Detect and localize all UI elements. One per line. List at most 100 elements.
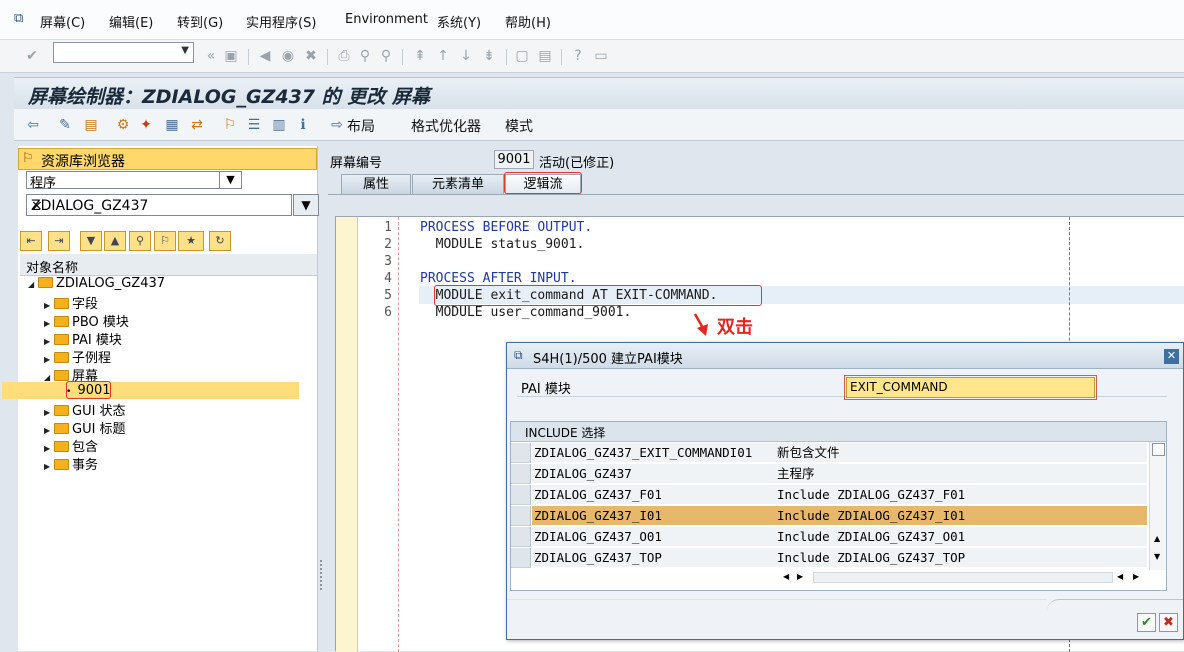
collapsed-triangle-icon[interactable]: ▶ <box>44 462 54 471</box>
exit-icon[interactable]: ◉ <box>280 48 296 64</box>
check-icon[interactable]: ⚙ <box>114 116 132 134</box>
next-object-icon[interactable]: ⇥ <box>48 231 70 251</box>
layout-menu-icon[interactable]: ▭ <box>593 48 609 64</box>
hierarchy-icon[interactable]: ⚐ <box>221 116 239 134</box>
layout-button[interactable]: 布局 <box>347 116 375 136</box>
save-icon[interactable]: ▣ <box>223 48 239 64</box>
row-selector[interactable] <box>511 464 531 484</box>
tab-attributes[interactable]: 属性 <box>341 174 411 194</box>
layout-arrow-icon[interactable]: ⇨ <box>328 116 346 134</box>
menu-utilities[interactable]: 实用程序(S) <box>246 12 316 31</box>
hierarchy-up-icon[interactable]: ⚐ <box>154 231 176 251</box>
back-arrows-icon[interactable]: « <box>203 48 219 64</box>
find-icon[interactable]: ⚲ <box>357 48 373 64</box>
code-line[interactable]: PROCESS BEFORE OUTPUT. <box>420 220 592 235</box>
favorites-icon[interactable]: ★ <box>178 231 204 251</box>
scroll-left-icon[interactable]: ◀ <box>1117 572 1123 581</box>
chevron-down-icon[interactable]: ▼ <box>181 45 189 56</box>
code-line[interactable]: MODULE user_command_9001. <box>420 305 632 320</box>
last-page-icon[interactable]: ⇟ <box>481 48 497 64</box>
scroll-left-icon[interactable]: ◀ <box>783 572 789 581</box>
collapse-icon[interactable]: ▲ <box>104 231 126 251</box>
vertical-scrollbar[interactable]: ▲ ▼ <box>1149 442 1166 570</box>
collapsed-triangle-icon[interactable]: ▶ <box>44 444 54 453</box>
expand-icon[interactable]: ▼ <box>80 231 102 251</box>
row-selector[interactable] <box>511 548 531 568</box>
menu-environment[interactable]: Environment <box>345 12 428 27</box>
command-field[interactable]: ▼ <box>53 42 194 63</box>
collapsed-triangle-icon[interactable]: ▶ <box>44 337 54 346</box>
collapsed-triangle-icon[interactable]: ▶ <box>44 301 54 310</box>
new-session-icon[interactable]: ▢ <box>514 48 530 64</box>
collapsed-triangle-icon[interactable]: ▶ <box>44 426 54 435</box>
tree-item-pbo[interactable]: ▶ PBO 模块 <box>44 311 129 330</box>
shortcut-icon[interactable]: ▤ <box>537 48 553 64</box>
collapsed-triangle-icon[interactable]: ▶ <box>44 319 54 328</box>
table-row[interactable]: ZDIALOG_GZ437_O01 Include ZDIALOG_GZ437_… <box>511 527 1147 548</box>
where-used-icon[interactable]: ⇄ <box>188 116 206 134</box>
check-icon[interactable]: ✔ <box>1137 613 1156 632</box>
expanded-triangle-icon[interactable]: ◢ <box>44 373 54 382</box>
screen-number-field[interactable]: 9001 <box>494 150 534 169</box>
row-selector[interactable] <box>511 443 531 463</box>
repository-header[interactable]: ⚐ 资源库浏览器 <box>18 148 317 170</box>
row-selector[interactable] <box>511 527 531 547</box>
scroll-settings-icon[interactable] <box>1152 443 1165 456</box>
collapsed-triangle-icon[interactable]: ▶ <box>44 408 54 417</box>
object-name-input[interactable]: ZDIALOG_GZ437 × <box>26 194 292 216</box>
next-page-icon[interactable]: ↓ <box>458 48 474 64</box>
horizontal-scrollbar[interactable]: ◀ ▶ ◀ ▶ <box>777 570 1147 586</box>
scroll-down-icon[interactable]: ▼ <box>1154 552 1160 561</box>
scroll-right-icon[interactable]: ▶ <box>1133 572 1139 581</box>
prev-object-icon[interactable]: ⇤ <box>20 231 42 251</box>
tree-item-gui-title[interactable]: ▶ GUI 标题 <box>44 418 126 437</box>
splitter-handle[interactable] <box>320 560 323 590</box>
tree-item-gui-status[interactable]: ▶ GUI 状态 <box>44 400 126 419</box>
clear-icon[interactable]: × <box>31 198 285 214</box>
tree-item-includes[interactable]: ▶ 包含 <box>44 436 98 455</box>
menu-edit[interactable]: 编辑(E) <box>109 12 153 31</box>
collapsed-triangle-icon[interactable]: ▶ <box>44 355 54 364</box>
active-inactive-icon[interactable]: ▤ <box>82 116 100 134</box>
tree-item-transactions[interactable]: ▶ 事务 <box>44 454 98 473</box>
table-row[interactable]: ZDIALOG_GZ437_EXIT_COMMANDI01 新包含文件 <box>511 443 1147 464</box>
menu-system[interactable]: 系统(Y) <box>437 12 481 31</box>
enter-icon[interactable]: ✔ <box>24 48 40 64</box>
tree-item-subroutines[interactable]: ▶ 子例程 <box>44 347 111 366</box>
code-line[interactable]: MODULE status_9001. <box>420 237 585 252</box>
first-page-icon[interactable]: ⇞ <box>412 48 428 64</box>
display-change-icon[interactable]: ✎ <box>56 116 74 134</box>
activate-icon[interactable]: ✦ <box>137 116 155 134</box>
mode-button[interactable]: 模式 <box>505 116 533 136</box>
table-row[interactable]: ZDIALOG_GZ437_F01 Include ZDIALOG_GZ437_… <box>511 485 1147 506</box>
cancel-icon[interactable]: ✖ <box>303 48 319 64</box>
find-icon[interactable]: ⚲ <box>129 231 151 251</box>
tree-item-selected[interactable] <box>2 382 299 399</box>
cancel-icon[interactable]: ✖ <box>1159 613 1178 632</box>
row-selector[interactable] <box>511 485 531 505</box>
scroll-track[interactable] <box>813 572 1113 583</box>
back-arrow-icon[interactable]: ⇦ <box>24 116 42 134</box>
format-button[interactable]: 格式优化器 <box>411 116 481 136</box>
pretty-icon[interactable]: ☰ <box>245 116 263 134</box>
tree-item-fields[interactable]: ▶ 字段 <box>44 293 98 312</box>
close-icon[interactable]: ✕ <box>1164 349 1179 364</box>
find-next-icon[interactable]: ⚲ <box>378 48 394 64</box>
tab-element-list[interactable]: 元素清单 <box>412 174 504 194</box>
menu-goto[interactable]: 转到(G) <box>177 12 223 31</box>
object-type-select[interactable]: 程序 ▼ <box>26 171 242 191</box>
menu-screen[interactable]: 屏幕(C) <box>40 12 85 31</box>
table-row[interactable]: ZDIALOG_GZ437_TOP Include ZDIALOG_GZ437_… <box>511 548 1147 569</box>
tree-item-pai[interactable]: ▶ PAI 模块 <box>44 329 122 348</box>
row-selector[interactable] <box>511 506 531 526</box>
info-icon[interactable]: ℹ <box>294 116 312 134</box>
table-icon[interactable]: ▥ <box>270 116 288 134</box>
table-row-selected[interactable]: ZDIALOG_GZ437_I01 Include ZDIALOG_GZ437_… <box>511 506 1147 527</box>
scroll-up-icon[interactable]: ▲ <box>1154 534 1160 543</box>
dropdown-button[interactable]: ▼ <box>293 194 319 216</box>
prev-page-icon[interactable]: ↑ <box>435 48 451 64</box>
tree-root[interactable]: ◢ ZDIALOG_GZ437 <box>28 276 165 291</box>
print-icon[interactable]: ⎙ <box>336 48 352 64</box>
chevron-down-icon[interactable]: ▼ <box>219 172 241 188</box>
test-icon[interactable]: ▦ <box>163 116 181 134</box>
